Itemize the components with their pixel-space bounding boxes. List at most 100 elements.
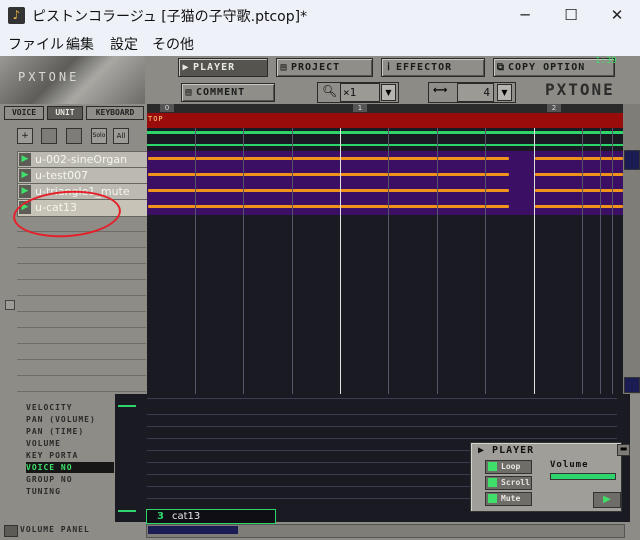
play-icon[interactable]: ▶ [19, 185, 31, 198]
tab-keyboard[interactable]: KEYBOARD [86, 106, 144, 120]
scroll-checkbox[interactable]: Scroll [485, 476, 532, 490]
note-event[interactable] [535, 205, 623, 208]
division-icon: ⟷ [433, 85, 448, 96]
play-icon[interactable]: ▶ [19, 153, 31, 166]
effector-icon: ⅰ [387, 62, 391, 73]
unit-slot-button[interactable] [41, 128, 57, 144]
repeat-range-line [147, 144, 623, 146]
volume-panel-label: VOLUME PANEL [20, 525, 90, 534]
top-marker-label: TOP [148, 115, 164, 123]
player-title: ▶ PLAYER [478, 445, 535, 456]
repeat-range-line [147, 131, 623, 134]
beat-line [485, 128, 486, 394]
tempo-counter: 1:39 [595, 56, 617, 66]
beat-line [388, 128, 389, 394]
value-marker [118, 405, 136, 407]
beat-line [292, 128, 293, 394]
scroll-handle-icon[interactable] [5, 300, 15, 310]
bar-line [340, 128, 341, 394]
param-lane-line [147, 438, 617, 439]
horizontal-scrollbar-thumb[interactable] [148, 526, 238, 534]
play-icon[interactable]: ▶ [19, 169, 31, 182]
note-event[interactable] [148, 173, 509, 176]
checkbox-icon [488, 494, 497, 503]
note-event[interactable] [148, 157, 509, 160]
zoom-select[interactable]: ×1 [340, 83, 380, 102]
note-event[interactable] [148, 205, 509, 208]
volume-slider[interactable] [550, 473, 616, 480]
all-button[interactable]: All [113, 128, 129, 144]
volume-panel-toggle-icon[interactable] [4, 525, 18, 537]
maximize-button[interactable]: ☐ [548, 0, 594, 31]
bar-line [534, 128, 535, 394]
note-event[interactable] [148, 189, 509, 192]
beat-line [243, 128, 244, 394]
comment-icon: ▤ [185, 87, 193, 98]
note-event[interactable] [535, 157, 623, 160]
minimize-panel-icon[interactable]: ▬ [617, 444, 630, 456]
brand-logo: PXTONE [545, 80, 615, 99]
note-event[interactable] [535, 189, 623, 192]
menu-other[interactable]: その他 [152, 34, 194, 54]
close-button[interactable]: ✕ [594, 0, 640, 31]
menu-settings[interactable]: 設定 [110, 34, 138, 54]
param-voice-no[interactable]: VOICE NO [26, 462, 114, 473]
comment-button[interactable]: ▤ COMMENT [181, 83, 275, 102]
bar-number: 0 [160, 104, 174, 112]
play-button[interactable]: ▶ [593, 492, 621, 508]
beat-line [195, 128, 196, 394]
solo-button[interactable]: Solo [91, 128, 107, 144]
param-pan-time[interactable]: PAN (TIME) [26, 426, 114, 437]
timeline-grid[interactable] [147, 104, 623, 394]
top-marker-bar[interactable] [147, 113, 623, 128]
scrollbar-thumb[interactable] [624, 150, 640, 170]
effector-button[interactable]: ⅰ EFFECTOR [381, 58, 485, 77]
mute-checkbox[interactable]: Mute [485, 492, 532, 506]
param-pan-volume[interactable]: PAN (VOLUME) [26, 414, 114, 425]
beat-line [612, 128, 613, 394]
tab-unit[interactable]: UNIT [47, 106, 83, 120]
volume-label: Volume [550, 460, 589, 470]
division-select[interactable]: 4 [457, 83, 494, 102]
param-group-no[interactable]: GROUP NO [26, 474, 114, 485]
menu-edit[interactable]: 編集 [66, 34, 94, 54]
add-unit-button[interactable]: + [17, 128, 33, 144]
copy-icon: ⧉ [496, 62, 506, 73]
bar-number: 2 [547, 104, 561, 112]
bar-number: 1 [353, 104, 367, 112]
param-volume[interactable]: VOLUME [26, 438, 114, 449]
empty-unit-row [17, 279, 146, 296]
param-lane-line [147, 426, 617, 427]
empty-unit-row [17, 375, 146, 392]
empty-unit-row [17, 295, 146, 312]
param-key-porta[interactable]: KEY PORTA [26, 450, 114, 461]
app-icon: ♪ [8, 7, 25, 24]
project-button[interactable]: ▤ PROJECT [276, 58, 373, 77]
empty-unit-row [17, 263, 146, 280]
param-velocity[interactable]: VELOCITY [26, 402, 114, 413]
param-lane-line [147, 414, 617, 415]
checkbox-icon [488, 478, 497, 487]
division-dropdown-icon[interactable]: ▼ [497, 84, 512, 101]
tab-voice[interactable]: VOICE [4, 106, 44, 120]
param-lane-line [147, 398, 617, 399]
voice-indicator: 3 cat13 [146, 509, 276, 524]
play-icon: ▶ [182, 62, 190, 73]
logo-text: PXTONE [18, 70, 80, 84]
player-tab-button[interactable]: ▶ PLAYER [178, 58, 268, 77]
vertical-scrollbar[interactable] [623, 104, 640, 394]
document-icon: ▤ [280, 62, 288, 73]
param-tuning[interactable]: TUNING [26, 486, 114, 497]
note-event[interactable] [535, 173, 623, 176]
unit-slot-button[interactable] [66, 128, 82, 144]
zoom-dropdown-icon[interactable]: ▼ [381, 84, 396, 101]
beat-line [437, 128, 438, 394]
scrollbar-arrow[interactable] [624, 377, 640, 393]
loop-checkbox[interactable]: Loop [485, 460, 532, 474]
minimize-button[interactable]: ─ [502, 0, 548, 31]
menu-file[interactable]: ファイル [8, 34, 64, 54]
beat-line [600, 128, 601, 394]
checkbox-icon [488, 462, 497, 471]
beat-line [582, 128, 583, 394]
empty-unit-row [17, 343, 146, 360]
